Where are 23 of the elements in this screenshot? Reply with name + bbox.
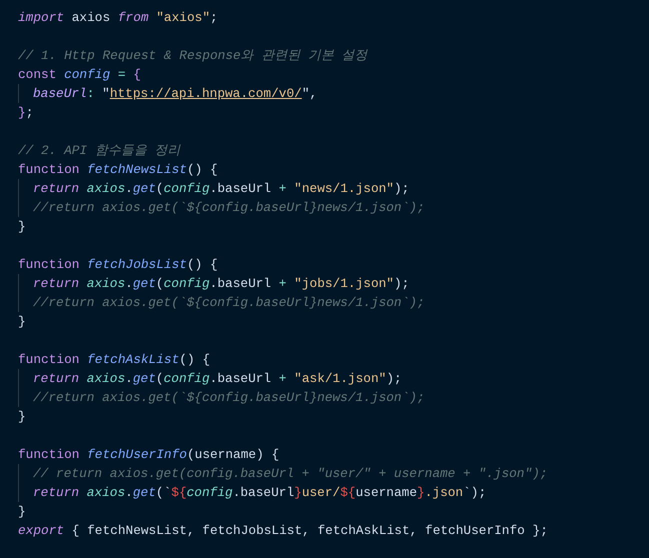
code-line: return axios.get(config.baseUrl + "jobs/1.json");: [33, 275, 410, 293]
code-line: function fetchUserInfo(username) {: [18, 446, 280, 464]
code-line: return axios.get(`${config.baseUrl}user/${username}.json`);: [33, 484, 486, 502]
code-line: return axios.get(config.baseUrl + "ask/1.json");: [33, 370, 402, 388]
code-line: function fetchNewsList() {: [18, 161, 218, 179]
code-line: //return axios.get(`${config.baseUrl}news/1.json`);: [33, 199, 425, 217]
code-line: }: [18, 313, 26, 331]
code-line: //return axios.get(`${config.baseUrl}news/1.json`);: [33, 389, 425, 407]
code-line: export { fetchNewsList, fetchJobsList, fetchAskList, fetchUserInfo };: [18, 522, 548, 540]
code-line: //return axios.get(`${config.baseUrl}news/1.json`);: [33, 294, 425, 312]
code-line: // 1. Http Request & Response와 관련된 기본 설정: [18, 47, 368, 65]
code-line: // 2. API 함수들을 정리: [18, 142, 180, 160]
code-line: const config = {: [18, 66, 141, 84]
code-line: function fetchAskList() {: [18, 351, 210, 369]
code-line: baseUrl: "https://api.hnpwa.com/v0/",: [33, 85, 318, 103]
code-line: }: [18, 503, 26, 521]
code-line: function fetchJobsList() {: [18, 256, 218, 274]
code-line: // return axios.get(config.baseUrl + "user/" + username + ".json");: [33, 465, 548, 483]
code-line: }: [18, 408, 26, 426]
code-line: import axios from "axios";: [18, 9, 218, 27]
code-line: };: [18, 104, 34, 122]
code-line: }: [18, 218, 26, 236]
code-line: return axios.get(config.baseUrl + "news/1.json");: [33, 180, 410, 198]
